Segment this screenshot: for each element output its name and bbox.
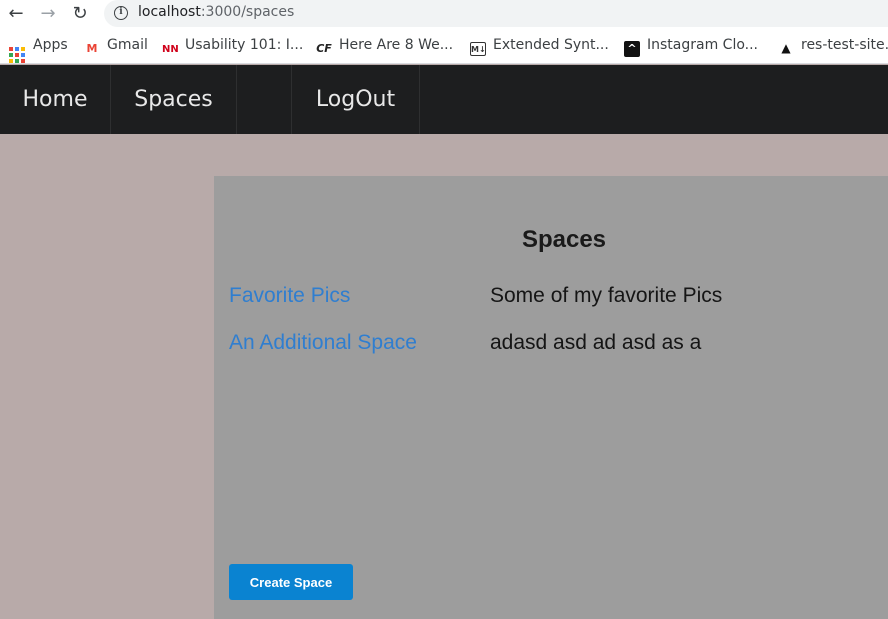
nav-home-link[interactable]: Home — [0, 65, 111, 134]
page-title: Spaces — [521, 226, 607, 253]
forward-arrow-icon[interactable]: → — [38, 4, 58, 24]
bookmark-extended-syntax[interactable]: M↓ Extended Synt... — [470, 37, 609, 56]
info-icon[interactable]: i — [114, 6, 128, 20]
cf-icon: CF — [316, 42, 332, 55]
address-bar[interactable]: i localhost:3000/spaces — [104, 0, 888, 27]
nav-spaces-link[interactable]: Spaces — [111, 65, 237, 134]
app-navbar: Home Spaces LogOut — [0, 65, 888, 134]
nn-icon: NN — [162, 44, 179, 55]
bookmark-usability[interactable]: NN Usability 101: I... — [162, 37, 303, 55]
instagram-clone-icon: ^ — [624, 41, 640, 57]
nav-logout-link[interactable]: LogOut — [292, 65, 420, 134]
bookmark-label: Instagram Clo... — [647, 37, 759, 53]
space-link-additional-space[interactable]: An Additional Space — [229, 331, 417, 355]
triangle-icon: ▲ — [781, 41, 791, 55]
gmail-icon: M — [86, 42, 98, 55]
reload-icon[interactable]: ↻ — [70, 4, 90, 24]
url-text[interactable]: localhost:3000/spaces — [138, 4, 294, 20]
bookmark-label: Usability 101: I... — [185, 37, 304, 53]
url-path: :3000/spaces — [200, 4, 295, 20]
nav-spacer — [237, 65, 292, 134]
bookmark-label: Here Are 8 We... — [339, 37, 454, 53]
bookmark-label: Gmail — [107, 37, 148, 53]
bookmark-cf[interactable]: CF Here Are 8 We... — [316, 37, 453, 55]
create-space-button[interactable]: Create Space — [229, 564, 353, 600]
bookmark-label: Apps — [33, 37, 68, 53]
bookmark-label: res-test-site. — [801, 37, 888, 53]
bookmark-instagram[interactable]: ^ Instagram Clo... — [624, 37, 759, 57]
url-host: localhost — [138, 4, 201, 20]
bookmarks-bar: Apps M Gmail NN Usability 101: I... CF Here… — [0, 28, 888, 64]
bookmark-gmail[interactable]: M Gmail — [84, 37, 148, 55]
browser-toolbar: ← → ↻ i localhost:3000/spaces — [0, 0, 888, 28]
space-link-favorite-pics[interactable]: Favorite Pics — [229, 284, 350, 308]
space-description: adasd asd ad asd as a — [490, 331, 702, 354]
back-arrow-icon[interactable]: ← — [6, 4, 26, 24]
bookmark-res-test[interactable]: ▲ res-test-site. — [778, 37, 888, 55]
space-description: Some of my favorite Pics — [490, 284, 723, 307]
markdown-icon: M↓ — [470, 42, 486, 56]
spaces-panel: Spaces Favorite Pics Some of my favorite… — [214, 176, 888, 619]
apps-grid-icon — [9, 47, 25, 63]
bookmark-apps[interactable]: Apps — [9, 37, 68, 63]
bookmark-label: Extended Synt... — [493, 37, 609, 53]
